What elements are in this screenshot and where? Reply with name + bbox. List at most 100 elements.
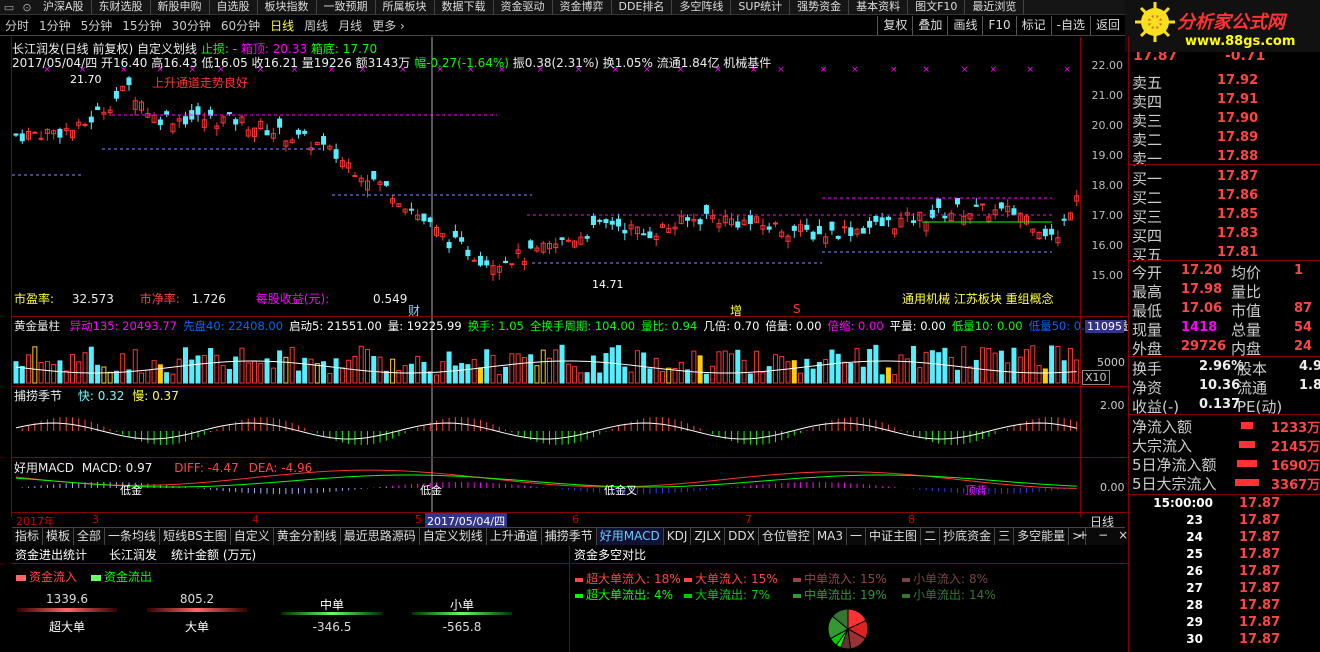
period-9[interactable]: 更多 › bbox=[367, 17, 410, 34]
fund-col-2: 中单 -346.5 bbox=[272, 586, 392, 646]
stat-0: 今开 17.20 均价 1 bbox=[1129, 262, 1320, 282]
period-1[interactable]: 1分钟 bbox=[34, 17, 76, 34]
kline-chart[interactable]: × × × × × × × × × × × × × × × × × × × × × × × × × × × × × × bbox=[12, 37, 1079, 517]
tab-16[interactable]: MA3 bbox=[814, 528, 848, 545]
period-6[interactable]: 日线 bbox=[265, 17, 299, 34]
tool-button-2[interactable]: 画线 bbox=[947, 16, 982, 35]
tick-time: 30 bbox=[1186, 632, 1203, 646]
tool-button-4[interactable]: 标记 bbox=[1015, 16, 1051, 35]
tab-18[interactable]: 中证主图 bbox=[866, 528, 922, 545]
period-5[interactable]: 60分钟 bbox=[216, 17, 265, 34]
candle-body bbox=[95, 106, 101, 111]
candle-body bbox=[867, 220, 873, 228]
fund-bar bbox=[17, 608, 117, 612]
tab-8[interactable]: 自定义划线 bbox=[420, 528, 487, 545]
tab-9[interactable]: 上升通道 bbox=[487, 528, 542, 545]
tab-11[interactable]: 好用MACD bbox=[596, 528, 664, 545]
tab-21[interactable]: 三 bbox=[995, 528, 1015, 545]
tool-button-3[interactable]: F10 bbox=[982, 16, 1015, 35]
zoom-in-icon[interactable]: + bbox=[1078, 528, 1088, 542]
tab-6[interactable]: 黄金分割线 bbox=[274, 528, 341, 545]
top-nav-item[interactable]: 东财选股 bbox=[92, 0, 151, 14]
tab-10[interactable]: 捕捞季节 bbox=[542, 528, 597, 545]
volume-bar bbox=[967, 366, 973, 384]
outflow-swatch bbox=[902, 593, 910, 598]
volume-bar bbox=[892, 374, 898, 384]
volume-bar bbox=[484, 349, 490, 384]
period-2[interactable]: 5分钟 bbox=[76, 17, 118, 34]
top-nav-item[interactable]: 基本资料 bbox=[849, 0, 909, 14]
pe-label: 市盈率: bbox=[14, 292, 55, 306]
zoom-out-icon[interactable]: − bbox=[1098, 528, 1108, 542]
tool-button-1[interactable]: 叠加 bbox=[912, 16, 947, 35]
volume-bar bbox=[980, 347, 986, 384]
tab-3[interactable]: 一条均线 bbox=[105, 528, 161, 545]
tab-17[interactable]: 一 bbox=[847, 528, 867, 545]
tab-19[interactable]: 二 bbox=[921, 528, 941, 545]
period-7[interactable]: 周线 bbox=[299, 17, 333, 34]
quote-change: -0.71 bbox=[1225, 52, 1266, 64]
radio-icon[interactable]: ⊙ bbox=[18, 1, 36, 14]
top-nav-item[interactable]: 图文F10 bbox=[908, 0, 966, 14]
period-8[interactable]: 月线 bbox=[333, 17, 367, 34]
tab-15[interactable]: 仓位管控 bbox=[759, 528, 814, 545]
volume-bar bbox=[390, 358, 396, 384]
volume-bar bbox=[885, 367, 891, 384]
top-nav-item[interactable]: 板块指数 bbox=[258, 0, 317, 14]
annot-uptrend: 上升通道走势良好 bbox=[152, 76, 249, 90]
period-0[interactable]: 分时 bbox=[0, 17, 34, 34]
tab-22[interactable]: 多空能量 bbox=[1014, 528, 1070, 545]
tool-button-0[interactable]: 复权 bbox=[877, 16, 912, 35]
fund-bar bbox=[147, 608, 247, 612]
outflow-item-1: 大单流出: 7% bbox=[684, 586, 770, 603]
flow-0-value: 1233万 bbox=[1271, 421, 1320, 436]
inflow-pct: 15% bbox=[860, 572, 887, 586]
top-nav-item[interactable]: 多空阵线 bbox=[672, 0, 732, 14]
tab-12[interactable]: KDJ bbox=[664, 528, 692, 545]
tool-button-6[interactable]: 返回 bbox=[1089, 16, 1125, 35]
stat-4-value2: 24 bbox=[1294, 339, 1313, 354]
top-nav-item[interactable]: 资金博弈 bbox=[553, 0, 612, 14]
stat-0-value: 17.20 bbox=[1181, 263, 1223, 278]
legend-outflow: 资金流出 bbox=[103, 570, 152, 584]
top-nav-item[interactable]: 强势资金 bbox=[790, 0, 850, 14]
top-nav-item[interactable]: SUP统计 bbox=[731, 0, 791, 14]
tab-14[interactable]: DDX bbox=[725, 528, 759, 545]
tab-2[interactable]: 全部 bbox=[74, 528, 106, 545]
x-label-6: 6 bbox=[572, 513, 579, 526]
candle-body bbox=[885, 216, 891, 221]
period-4[interactable]: 30分钟 bbox=[167, 17, 216, 34]
candle-body bbox=[766, 226, 772, 230]
top-nav-item[interactable]: 数据下载 bbox=[435, 0, 494, 14]
top-nav-item[interactable]: 所属板块 bbox=[376, 0, 435, 14]
tab-7[interactable]: 最近思路源码 bbox=[341, 528, 420, 545]
tab-1[interactable]: 模板 bbox=[43, 528, 75, 545]
tab-13[interactable]: ZJLX bbox=[691, 528, 726, 545]
window-icon[interactable]: ▭ bbox=[0, 1, 18, 14]
tab-5[interactable]: 自定义 bbox=[231, 528, 274, 545]
outflow-pct: 4% bbox=[654, 588, 674, 602]
quote-divider bbox=[1129, 494, 1320, 495]
top-nav-item[interactable]: 自选股 bbox=[210, 0, 258, 14]
top-nav-item[interactable]: DDE排名 bbox=[612, 0, 673, 14]
outflow-item-3: 小单流出: 14% bbox=[902, 586, 996, 603]
top-nav-item[interactable]: 新股申购 bbox=[151, 0, 210, 14]
tool-button-5[interactable]: -自选 bbox=[1050, 16, 1090, 35]
top-nav-item[interactable]: 一致预期 bbox=[317, 0, 376, 14]
price-tick: 19.00 bbox=[1091, 149, 1124, 162]
marker-s: S bbox=[793, 302, 801, 316]
signal-x-marker: × bbox=[820, 65, 828, 75]
tick-price: 17.87 bbox=[1239, 547, 1281, 562]
stat2-1-label2: 流通 bbox=[1237, 379, 1268, 397]
period-3[interactable]: 15分钟 bbox=[117, 17, 166, 34]
close-icon[interactable]: × bbox=[1118, 528, 1128, 542]
volume-bar bbox=[735, 349, 741, 384]
top-nav-item[interactable]: 沪深A股 bbox=[36, 0, 92, 14]
top-nav-item[interactable]: 资金驱动 bbox=[494, 0, 553, 14]
volume-bar bbox=[741, 359, 747, 384]
inflow-swatch bbox=[902, 577, 910, 582]
tab-20[interactable]: 抄底资金 bbox=[940, 528, 996, 545]
tab-4[interactable]: 短线BS主图 bbox=[160, 528, 231, 545]
tab-0[interactable]: 指标 bbox=[12, 528, 44, 545]
top-nav-item[interactable]: 最近浏览 bbox=[965, 0, 1025, 14]
